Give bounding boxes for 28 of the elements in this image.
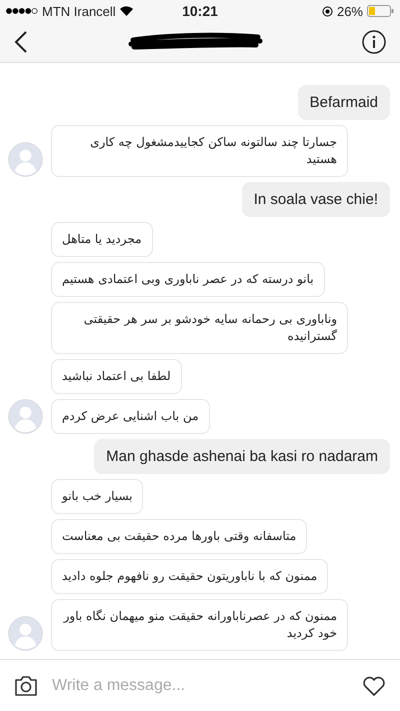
carrier-name: MTN Irancell — [42, 4, 116, 18]
battery-icon — [367, 5, 394, 17]
avatar-icon — [8, 142, 43, 177]
sent-message: Befarmaid — [298, 85, 390, 120]
received-message: ممنون که با ناباوریتون حقیقت رو نافهوم جلوه دادید — [51, 559, 328, 594]
avatar-icon — [8, 616, 43, 651]
received-message: من باب اشنایی عرض کردم — [51, 399, 210, 434]
battery-percent: 26% — [336, 4, 363, 18]
received-message: بسیار خب بانو — [51, 479, 144, 514]
avatar-icon — [8, 399, 43, 434]
sent-message: In soala vase chie! — [242, 182, 390, 217]
info-icon[interactable] — [362, 30, 386, 54]
message-input[interactable]: Write a message... — [50, 676, 350, 696]
wifi-icon — [120, 6, 133, 16]
received-message: مجردید یا متاهل — [51, 222, 153, 257]
received-message: جسارتا چند سالتونه ساکن کجاییدمشغول چه کاری هستید — [51, 125, 348, 177]
redaction-scribble-icon — [128, 32, 262, 52]
heart-icon[interactable] — [362, 675, 386, 697]
back-icon[interactable] — [14, 31, 28, 53]
sent-message: Man ghasde ashenai ba kasi ro nadaram — [94, 439, 390, 474]
camera-icon[interactable] — [14, 675, 38, 697]
signal-icon — [6, 8, 38, 14]
received-message: متاسفانه وقتی باورها مرده حقیقت بی معناست — [51, 519, 308, 554]
clock-time: 10:21 — [182, 3, 218, 19]
received-message: بانو درسته که در عصر ناباوری وبی اعتمادی هستیم — [51, 262, 325, 297]
received-message: لطفا بی اعتماد نباشید — [51, 359, 182, 394]
received-message: وناباوری بی رحمانه سایه خودشو بر سر هر حقیقتی گسترانیده — [51, 302, 348, 354]
received-message: ممنون که در عصرناباورانه حقیقت منو میهمان نگاه باور خود کردید — [51, 599, 348, 651]
